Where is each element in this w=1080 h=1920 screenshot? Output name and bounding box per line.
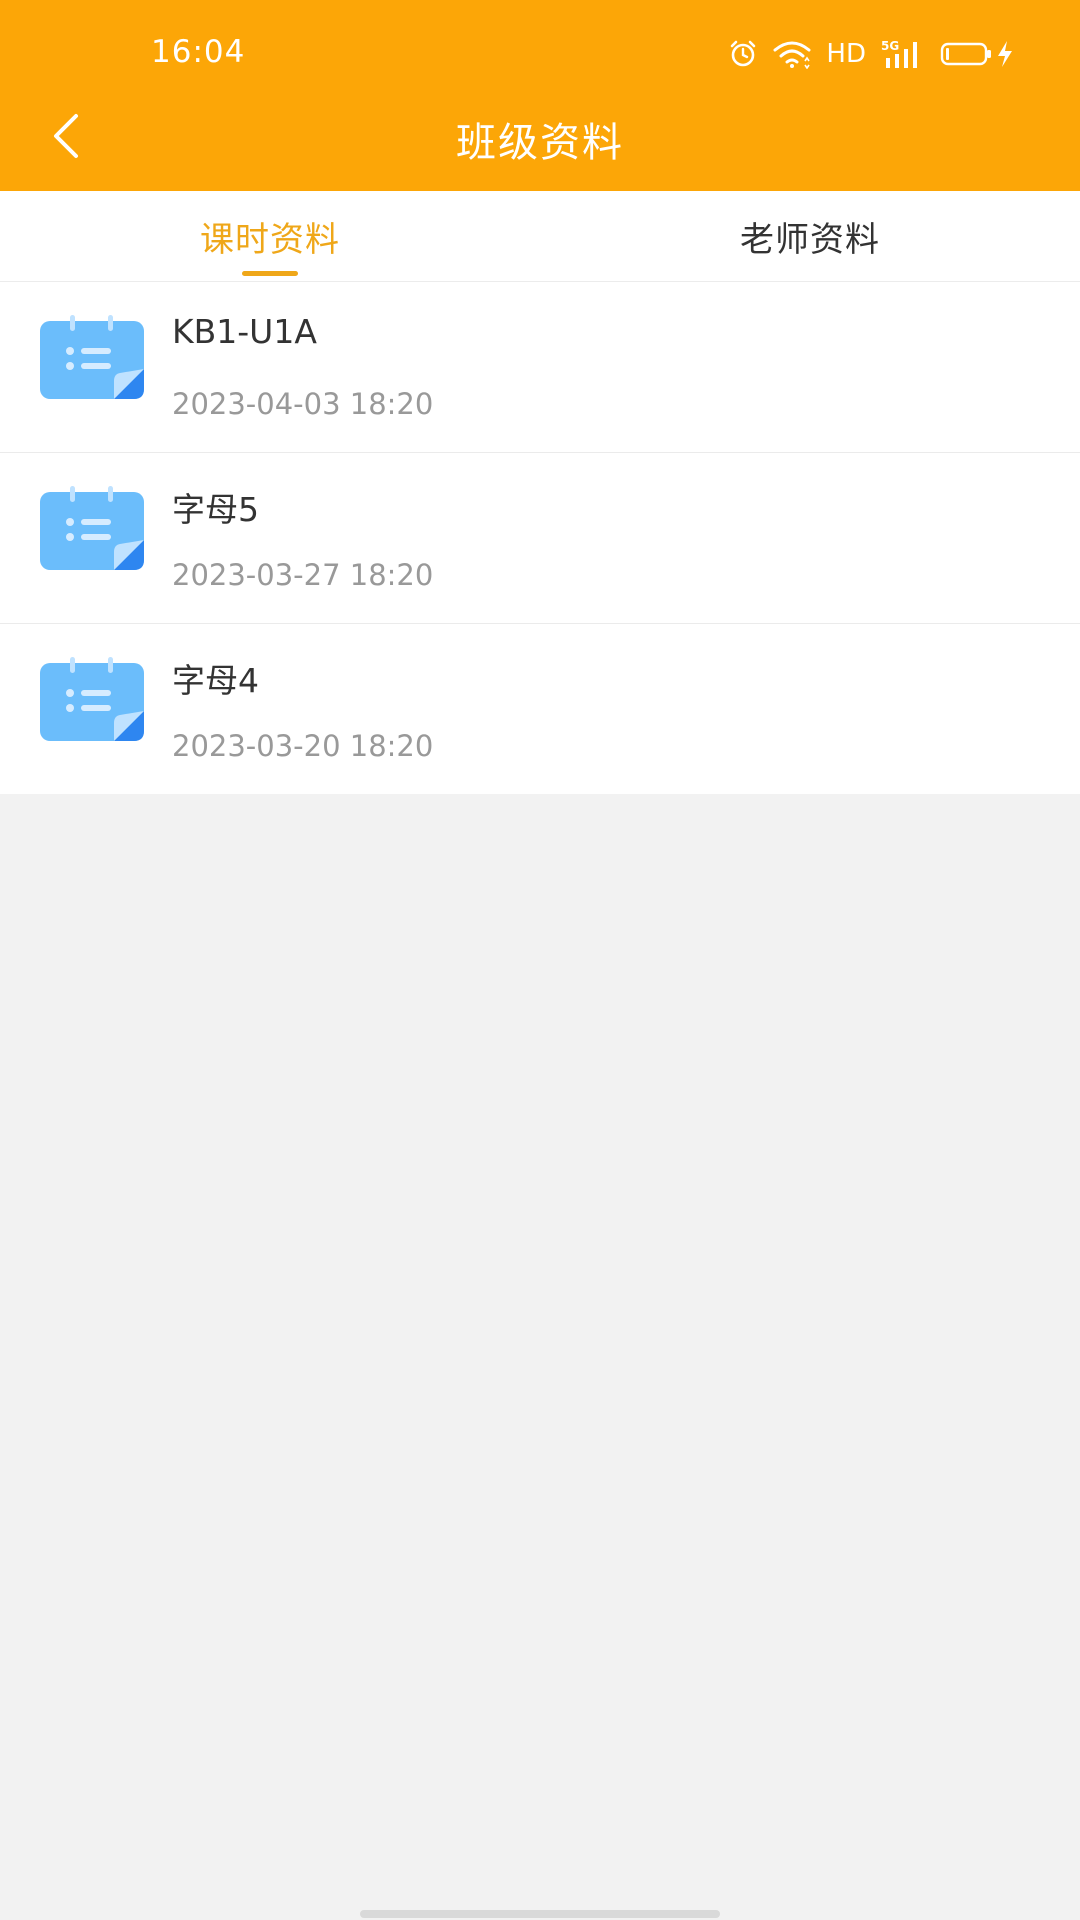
tab-teacher-materials[interactable]: 老师资料 <box>540 191 1080 281</box>
home-indicator[interactable] <box>360 1910 720 1918</box>
battery-icon <box>940 42 991 66</box>
page-title: 班级资料 <box>456 120 624 166</box>
calendar-icon <box>40 486 144 570</box>
item-title: 字母5 <box>172 490 259 529</box>
list-item[interactable]: KB1-U1A 2023-04-03 18:20 <box>0 282 1080 453</box>
calendar-icon <box>40 315 144 399</box>
status-time: 16:04 <box>151 34 246 70</box>
item-title: 字母4 <box>172 661 259 700</box>
signal-icon: 5G <box>881 39 917 68</box>
item-title: KB1-U1A <box>172 312 317 351</box>
hd-label: HD <box>826 39 866 69</box>
item-date: 2023-04-03 18:20 <box>172 387 434 421</box>
list-item[interactable]: 字母5 2023-03-27 18:20 <box>0 453 1080 624</box>
status-icons: HD 5G <box>728 36 1014 72</box>
alarm-icon <box>731 40 756 67</box>
calendar-icon <box>40 657 144 741</box>
item-date: 2023-03-27 18:20 <box>172 558 434 592</box>
tab-lesson-materials[interactable]: 课时资料 <box>0 191 540 281</box>
materials-list: KB1-U1A 2023-04-03 18:20 字母5 2023-03-27 … <box>0 282 1080 794</box>
wifi-icon <box>773 41 811 69</box>
app-header: 16:04 HD 5G 班级资料 <box>0 0 1080 191</box>
tab-label: 课时资料 <box>200 219 340 260</box>
tab-bar: 课时资料 老师资料 <box>0 191 1080 282</box>
active-tab-indicator <box>242 271 298 276</box>
item-date: 2023-03-20 18:20 <box>172 729 434 763</box>
charging-icon <box>998 41 1012 67</box>
network-badge: 5G <box>881 39 899 53</box>
screen: 16:04 HD 5G 班级资料 课时资料 老师资料 KB1-U1A 2023-… <box>0 0 1080 1920</box>
tab-label: 老师资料 <box>740 219 880 260</box>
list-item[interactable]: 字母4 2023-03-20 18:20 <box>0 624 1080 794</box>
